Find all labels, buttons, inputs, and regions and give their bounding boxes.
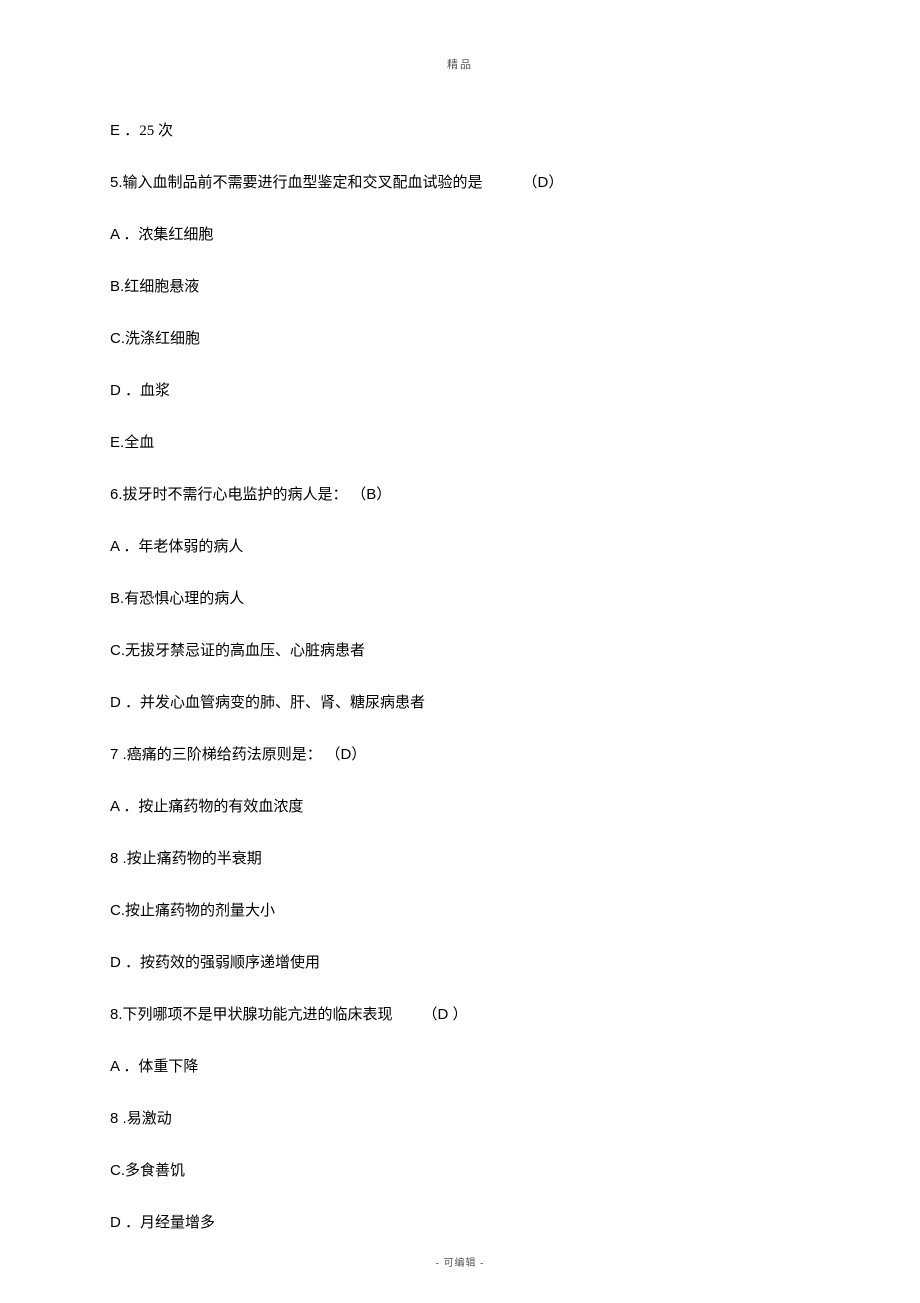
text-line: 8.下列哪项不是甲状腺功能亢进的临床表现 （D ） — [110, 1004, 810, 1026]
line-text: 红细胞悬液 — [124, 279, 199, 295]
line-prefix: A ． — [110, 1058, 138, 1075]
text-line: D ．月经量增多 — [110, 1212, 810, 1234]
line-text: 有恐惧心理的病人 — [124, 591, 244, 607]
text-line: A ．体重下降 — [110, 1056, 810, 1078]
text-line: A ．年老体弱的病人 — [110, 536, 810, 558]
line-prefix: D ． — [110, 694, 140, 711]
line-text: 拔牙时不需行心电监护的病人是： — [123, 487, 348, 503]
text-line: B.红细胞悬液 — [110, 276, 810, 298]
text-line: B.有恐惧心理的病人 — [110, 588, 810, 610]
line-prefix: 8. — [110, 1006, 123, 1023]
line-text: 按止痛药物的剂量大小 — [125, 903, 275, 919]
line-prefix: A ． — [110, 538, 138, 555]
text-line: E ．25 次 — [110, 120, 810, 142]
line-prefix: D ． — [110, 1214, 140, 1231]
text-line: A ．浓集红细胞 — [110, 224, 810, 246]
line-text: 按止痛药物的半衰期 — [127, 851, 262, 867]
text-line: D ．血浆 — [110, 380, 810, 402]
line-prefix: 6. — [110, 486, 123, 503]
line-prefix: B. — [110, 278, 124, 295]
line-text: 年老体弱的病人 — [138, 539, 243, 555]
line-text: 按药效的强弱顺序递增使用 — [140, 955, 320, 971]
text-line: C.洗涤红细胞 — [110, 328, 810, 350]
text-line: D ．并发心血管病变的肺、肝、肾、糖尿病患者 — [110, 692, 810, 714]
line-prefix: A ． — [110, 226, 138, 243]
line-text: 月经量增多 — [140, 1215, 215, 1231]
document-page: 精品 E ．25 次 5.输入血制品前不需要进行血型鉴定和交叉配血试验的是 （D） A… — [0, 0, 920, 1303]
line-prefix: C. — [110, 902, 125, 919]
line-prefix: C. — [110, 1162, 125, 1179]
line-prefix: E. — [110, 434, 124, 451]
line-prefix: D ． — [110, 954, 140, 971]
line-prefix: 8 . — [110, 1110, 127, 1127]
line-prefix: B. — [110, 590, 124, 607]
text-line: C.按止痛药物的剂量大小 — [110, 900, 810, 922]
line-text: 多食善饥 — [125, 1163, 185, 1179]
text-line: E.全血 — [110, 432, 810, 454]
text-line: 7 .癌痛的三阶梯给药法原则是： （D） — [110, 744, 810, 766]
line-prefix: 5. — [110, 174, 123, 191]
text-line: 5.输入血制品前不需要进行血型鉴定和交叉配血试验的是 （D） — [110, 172, 810, 194]
answer-label: （D） — [325, 746, 366, 763]
line-text: 无拔牙禁忌证的高血压、心脏病患者 — [125, 643, 365, 659]
line-prefix: 7 . — [110, 746, 127, 763]
answer-label: （D ） — [423, 1006, 468, 1023]
text-line: A ．按止痛药物的有效血浓度 — [110, 796, 810, 818]
line-text: 按止痛药物的有效血浓度 — [138, 799, 303, 815]
line-prefix: 8 . — [110, 850, 127, 867]
page-footer: - 可编辑 - — [0, 1254, 920, 1269]
line-prefix: E ． — [110, 122, 139, 139]
line-prefix: C. — [110, 330, 125, 347]
text-line: 8 .易激动 — [110, 1108, 810, 1130]
text-line: 8 .按止痛药物的半衰期 — [110, 848, 810, 870]
line-text: 体重下降 — [138, 1059, 198, 1075]
line-text: 输入血制品前不需要进行血型鉴定和交叉配血试验的是 — [123, 175, 483, 191]
text-line: C.无拔牙禁忌证的高血压、心脏病患者 — [110, 640, 810, 662]
line-text: 血浆 — [140, 383, 170, 399]
line-text: 浓集红细胞 — [138, 227, 213, 243]
line-text: 全血 — [124, 435, 154, 451]
text-line: D ．按药效的强弱顺序递增使用 — [110, 952, 810, 974]
line-prefix: A ． — [110, 798, 138, 815]
line-text: 洗涤红细胞 — [125, 331, 200, 347]
line-prefix: D ． — [110, 382, 140, 399]
line-text: 易激动 — [127, 1111, 172, 1127]
document-body: E ．25 次5.输入血制品前不需要进行血型鉴定和交叉配血试验的是（D）A ．浓… — [110, 120, 810, 1234]
line-text: 下列哪项不是甲状腺功能亢进的临床表现 — [123, 1007, 393, 1023]
line-text: 25 次 — [139, 123, 173, 139]
answer-label: （B） — [351, 486, 391, 503]
line-prefix: C. — [110, 642, 125, 659]
text-line: 6.拔牙时不需行心电监护的病人是： （B） — [110, 484, 810, 506]
page-header: 精品 — [110, 56, 810, 72]
answer-label: （D） — [523, 174, 564, 191]
text-line: C.多食善饥 — [110, 1160, 810, 1182]
line-text: 并发心血管病变的肺、肝、肾、糖尿病患者 — [140, 695, 425, 711]
line-text: 癌痛的三阶梯给药法原则是： — [127, 747, 322, 763]
